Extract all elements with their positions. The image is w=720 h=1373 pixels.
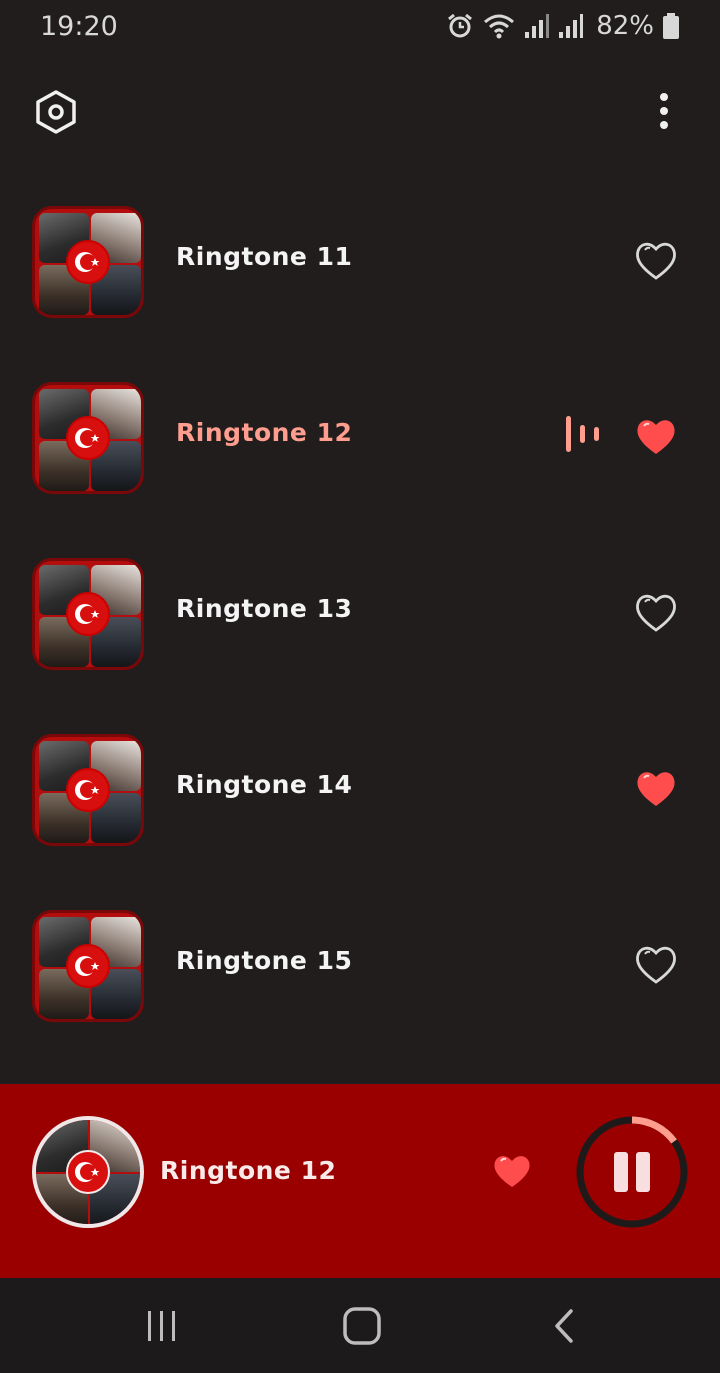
wifi-icon [484,14,515,39]
favorite-button[interactable] [634,416,678,458]
turkish-flag-icon [66,768,110,812]
playback-progress-ring [576,1116,688,1228]
battery-percent: 82% [596,11,654,41]
ringtone-artwork [32,206,144,318]
signal-icon [525,14,550,38]
favorite-button[interactable] [634,592,678,634]
turkish-flag-icon [66,416,110,460]
mini-player[interactable]: Ringtone 12 [0,1084,720,1278]
more-vert-icon [660,93,668,129]
turkish-flag-icon [66,240,110,284]
favorite-button[interactable] [634,944,678,986]
recents-icon [148,1311,175,1341]
back-button[interactable] [544,1306,588,1346]
turkish-flag-icon [66,944,110,988]
system-nav-bar [0,1278,720,1373]
status-bar: 19:20 82% [0,0,720,52]
heart-outline-icon [636,242,676,280]
ringtone-row[interactable]: Ringtone 13 [0,552,720,672]
favorite-button[interactable] [634,768,678,810]
heart-outline-icon [636,594,676,632]
home-button[interactable] [340,1306,384,1346]
status-time: 19:20 [40,10,118,42]
ringtone-artwork [32,382,144,494]
ringtone-title: Ringtone 13 [176,594,353,623]
status-icons: 82% [446,11,680,41]
app-bar [0,80,720,144]
heart-filled-icon [637,420,675,454]
pause-button[interactable] [574,1114,690,1230]
turkish-flag-icon [66,592,110,636]
player-favorite-button[interactable] [492,1152,532,1190]
ringtone-title: Ringtone 12 [176,418,353,447]
ringtone-row[interactable]: Ringtone 14 [0,728,720,848]
alarm-icon [448,13,473,38]
turkish-flag-icon [66,1150,110,1194]
ringtone-artwork [32,734,144,846]
more-options-button[interactable] [648,92,680,132]
heart-filled-icon [637,772,675,806]
ringtone-title: Ringtone 11 [176,242,353,271]
equalizer-icon [566,416,599,452]
ringtone-row[interactable]: Ringtone 11 [0,200,720,320]
battery-icon [663,13,679,39]
home-icon [343,1307,381,1345]
recents-button[interactable] [140,1306,184,1346]
ringtone-row[interactable]: Ringtone 15 [0,904,720,1024]
settings-button[interactable] [30,90,82,134]
signal-icon [559,14,584,38]
player-artwork [32,1116,144,1228]
ringtone-title: Ringtone 14 [176,770,353,799]
ringtone-artwork [32,558,144,670]
player-title: Ringtone 12 [160,1156,337,1185]
back-icon [555,1309,573,1343]
ringtone-row[interactable]: Ringtone 12 [0,376,720,496]
ringtone-artwork [32,910,144,1022]
heart-filled-icon [494,1156,530,1187]
ringtone-title: Ringtone 15 [176,946,353,975]
settings-icon [36,90,76,134]
heart-outline-icon [636,946,676,984]
pause-icon [614,1152,650,1192]
favorite-button[interactable] [634,240,678,282]
now-playing-indicator [564,414,604,454]
